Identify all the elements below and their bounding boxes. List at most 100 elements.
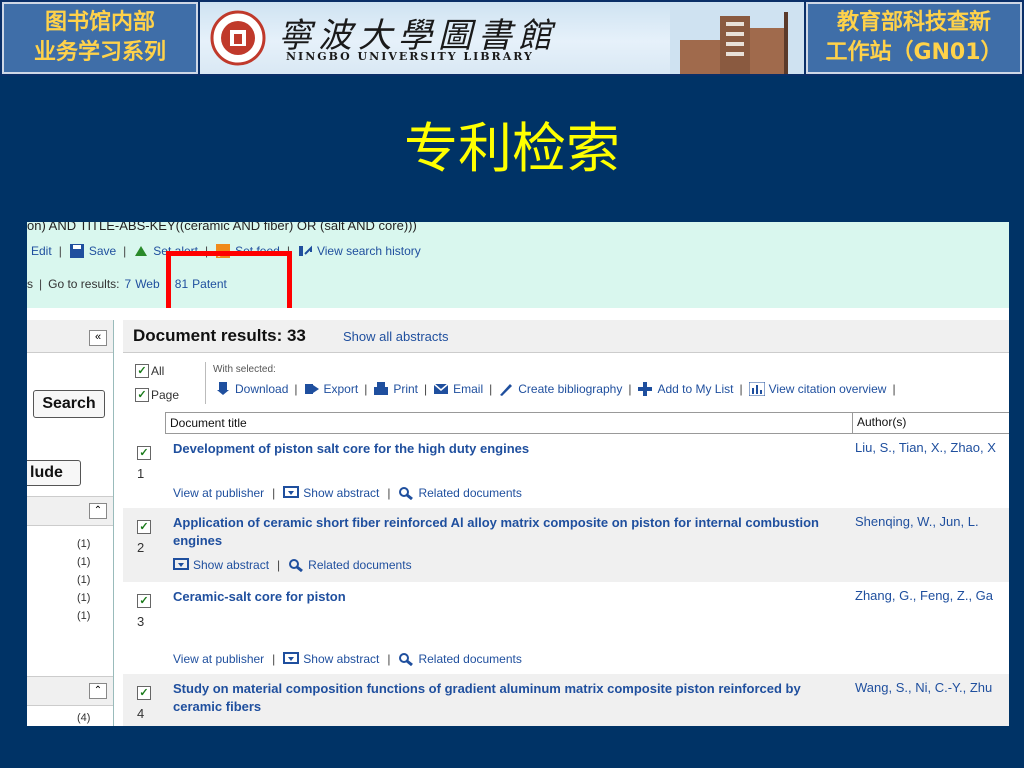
refine-panel: « Search lude ⌃ (1) (1) (1) (1) (1) ⌃ (4… — [27, 320, 114, 726]
related-search-icon — [399, 653, 414, 666]
section-toggle-button[interactable]: ⌃ — [89, 503, 107, 519]
series-badge: 图书馆内部 业务学习系列 — [2, 2, 198, 74]
authors-link[interactable]: Liu, S., Tian, X., Zhao, X — [855, 440, 996, 455]
slide-title: 专利检索 — [404, 117, 620, 180]
select-page-checkbox[interactable]: ✓ — [135, 388, 149, 402]
header-banner: 图书馆内部 业务学习系列 寧波大學圖書館 NINGBO UNIVERSITY L… — [0, 0, 1024, 76]
select-page-label: Page — [151, 388, 180, 402]
results-table-header: Document title Author(s) — [165, 412, 1009, 434]
history-icon — [298, 245, 312, 256]
row-number: 1 — [137, 466, 145, 481]
citation-chart-icon — [748, 382, 765, 396]
related-documents-link[interactable]: Related documents — [308, 558, 411, 572]
document-title-link[interactable]: Application of ceramic short fiber reinf… — [173, 514, 823, 550]
col-document-title[interactable]: Document title — [170, 416, 247, 430]
table-row: ✓ 3 Ceramic-salt core for piston Zhang, … — [123, 582, 1009, 674]
web-link[interactable]: Web — [135, 277, 159, 291]
library-name-en: NINGBO UNIVERSITY LIBRARY — [286, 50, 534, 63]
create-bibliography-link[interactable]: Create bibliography — [518, 382, 622, 396]
query-area: on) AND TITLE-ABS-KEY((ceramic AND fiber… — [27, 222, 1009, 314]
print-link[interactable]: Print — [393, 382, 418, 396]
show-abstract-icon — [173, 558, 189, 570]
row-links: View at publisher | Show abstract | Rela… — [173, 486, 522, 500]
download-icon — [217, 382, 229, 395]
view-at-publisher-link[interactable]: View at publisher — [173, 652, 264, 666]
search-within-button[interactable]: Search — [33, 390, 105, 418]
show-abstract-icon — [283, 652, 300, 664]
facet-count[interactable]: (1) — [77, 592, 90, 604]
selection-toolbar: Download | Export | Print | Email | Crea… — [215, 382, 902, 396]
goto-label: Go to results: — [48, 277, 120, 291]
facet-count[interactable]: (1) — [77, 610, 90, 622]
facet-count[interactable]: (1) — [77, 574, 90, 586]
show-abstract-icon — [283, 486, 300, 498]
view-history-link[interactable]: View search history — [317, 244, 421, 258]
library-building-icon — [670, 2, 804, 74]
divider — [27, 308, 1009, 320]
bibliography-icon — [500, 384, 513, 396]
exclude-button[interactable]: lude — [27, 460, 81, 486]
related-search-icon — [399, 487, 414, 500]
library-banner: 寧波大學圖書館 NINGBO UNIVERSITY LIBRARY — [200, 2, 804, 74]
edit-link[interactable]: Edit — [31, 244, 52, 258]
show-abstract-link[interactable]: Show abstract — [303, 486, 379, 500]
facet-count[interactable]: (1) — [77, 556, 90, 568]
row-checkbox[interactable]: ✓ — [137, 686, 151, 700]
email-link[interactable]: Email — [453, 382, 483, 396]
authors-link[interactable]: Zhang, G., Feng, Z., Ga — [855, 588, 993, 603]
show-all-abstracts-link[interactable]: Show all abstracts — [343, 329, 449, 344]
results-title: Document results: 33 — [133, 326, 306, 345]
section-toggle-button[interactable]: ⌃ — [89, 683, 107, 699]
document-title-link[interactable]: Ceramic-salt core for piston — [173, 588, 823, 606]
related-documents-link[interactable]: Related documents — [418, 652, 521, 666]
document-title-link[interactable]: Development of piston salt core for the … — [173, 440, 823, 458]
table-row: ✓ 4 Study on material composition functi… — [123, 674, 1009, 726]
library-seal-icon — [210, 10, 266, 66]
table-row: ✓ 2 Application of ceramic short fiber r… — [123, 508, 1009, 582]
search-results-screenshot: on) AND TITLE-ABS-KEY((ceramic AND fiber… — [27, 222, 1009, 726]
export-icon — [304, 384, 319, 394]
row-number: 3 — [137, 614, 145, 629]
alert-icon — [135, 246, 148, 256]
add-icon — [638, 382, 653, 396]
show-abstract-link[interactable]: Show abstract — [193, 558, 269, 572]
select-all-checkbox[interactable]: ✓ — [135, 364, 149, 378]
email-icon — [433, 383, 449, 394]
row-checkbox[interactable]: ✓ — [137, 594, 151, 608]
view-at-publisher-link[interactable]: View at publisher — [173, 486, 264, 500]
save-link[interactable]: Save — [89, 244, 116, 258]
facet-section-header: ⌃ — [27, 496, 113, 526]
citation-overview-link[interactable]: View citation overview — [769, 382, 887, 396]
with-selected-label: With selected: — [213, 364, 276, 375]
row-links: Show abstract | Related documents — [173, 558, 412, 572]
export-link[interactable]: Export — [324, 382, 359, 396]
print-icon — [374, 382, 389, 395]
row-checkbox[interactable]: ✓ — [137, 446, 151, 460]
row-number: 2 — [137, 540, 145, 555]
related-search-icon — [289, 559, 304, 572]
facet-count[interactable]: (4) — [77, 712, 90, 724]
show-abstract-link[interactable]: Show abstract — [303, 652, 379, 666]
station-line-2: 工作站（GN01） — [825, 40, 1003, 65]
results-panel: Document results: 33 Show all abstracts … — [123, 320, 1009, 726]
related-documents-link[interactable]: Related documents — [418, 486, 521, 500]
patent-highlight-box — [166, 251, 292, 314]
select-all-label: All — [151, 364, 165, 378]
row-links: View at publisher | Show abstract | Rela… — [173, 652, 522, 666]
series-line-2: 业务学习系列 — [33, 40, 166, 65]
download-link[interactable]: Download — [235, 382, 288, 396]
divider — [205, 362, 206, 404]
series-line-1: 图书馆内部 — [44, 10, 155, 35]
station-badge: 教育部科技查新 工作站（GN01） — [806, 2, 1022, 74]
authors-link[interactable]: Wang, S., Ni, C.-Y., Zhu — [855, 680, 992, 695]
col-authors[interactable]: Author(s) — [852, 413, 906, 433]
web-count[interactable]: 7 — [125, 277, 132, 291]
results-header: Document results: 33 Show all abstracts — [123, 320, 1009, 353]
document-title-link[interactable]: Study on material composition functions … — [173, 680, 823, 716]
refine-panel-header: « — [27, 320, 113, 353]
collapse-panel-button[interactable]: « — [89, 330, 107, 346]
row-checkbox[interactable]: ✓ — [137, 520, 151, 534]
add-to-list-link[interactable]: Add to My List — [657, 382, 733, 396]
authors-link[interactable]: Shenqing, W., Jun, L. — [855, 514, 979, 529]
facet-count[interactable]: (1) — [77, 538, 90, 550]
